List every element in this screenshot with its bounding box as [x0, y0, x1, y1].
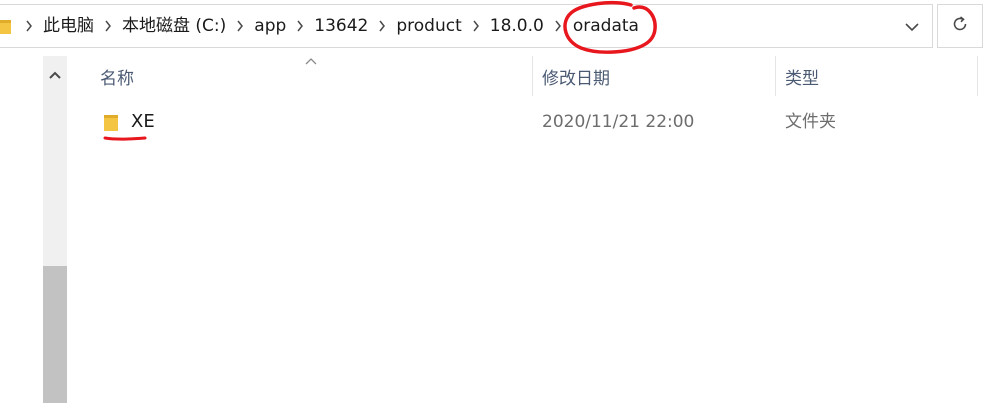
chevron-right-icon[interactable]	[369, 16, 395, 36]
folder-icon	[103, 112, 119, 132]
file-type: 文件夹	[785, 112, 836, 132]
column-divider[interactable]	[532, 56, 533, 96]
breadcrumb-app[interactable]: app	[253, 15, 287, 37]
chevron-right-icon[interactable]	[287, 16, 313, 36]
column-header-date-modified[interactable]: 修改日期	[542, 56, 772, 96]
chevron-right-icon[interactable]	[463, 16, 489, 36]
chevron-down-icon	[905, 17, 919, 36]
file-date-modified: 2020/11/21 22:00	[542, 112, 695, 132]
chevron-right-icon[interactable]	[227, 16, 253, 36]
address-history-dropdown[interactable]	[892, 5, 932, 47]
breadcrumb: 此电脑 本地磁盘 (C:) app 13642 product 18.0.0 o…	[0, 0, 657, 54]
chevron-right-icon[interactable]	[545, 16, 571, 36]
file-explorer-window: 此电脑 本地磁盘 (C:) app 13642 product 18.0.0 o…	[0, 0, 989, 403]
column-header-name[interactable]: 名称	[100, 56, 530, 96]
column-divider[interactable]	[775, 56, 776, 96]
chevron-right-icon[interactable]	[16, 16, 42, 36]
column-divider[interactable]	[977, 56, 978, 96]
folder-icon	[0, 18, 12, 35]
file-list-header: 名称 修改日期 类型	[67, 56, 989, 96]
file-list-item-xe[interactable]: XE 2020/11/21 22:00 文件夹	[67, 104, 989, 141]
column-header-type[interactable]: 类型	[785, 56, 975, 96]
refresh-button[interactable]	[937, 4, 983, 48]
address-bar[interactable]: 此电脑 本地磁盘 (C:) app 13642 product 18.0.0 o…	[0, 0, 933, 54]
column-header-type-label: 类型	[785, 68, 819, 89]
chevron-up-icon	[49, 64, 61, 83]
column-header-name-label: 名称	[100, 68, 134, 89]
column-header-date-label: 修改日期	[542, 68, 610, 89]
chevron-right-icon[interactable]	[95, 16, 121, 36]
navigation-pane-scrollbar[interactable]	[43, 56, 67, 403]
scroll-thumb[interactable]	[43, 266, 67, 403]
refresh-icon	[951, 15, 969, 37]
breadcrumb-13642[interactable]: 13642	[313, 15, 369, 37]
breadcrumb-product[interactable]: product	[395, 15, 462, 37]
breadcrumb-local-disk[interactable]: 本地磁盘 (C:)	[121, 15, 227, 37]
breadcrumb-18-0-0[interactable]: 18.0.0	[489, 15, 545, 37]
file-name[interactable]: XE	[131, 104, 155, 140]
scroll-up-button[interactable]	[43, 56, 67, 90]
breadcrumb-this-pc[interactable]: 此电脑	[42, 15, 95, 37]
breadcrumb-current-label: oradata	[572, 16, 639, 36]
breadcrumb-current-oradata[interactable]: oradata	[563, 0, 657, 54]
